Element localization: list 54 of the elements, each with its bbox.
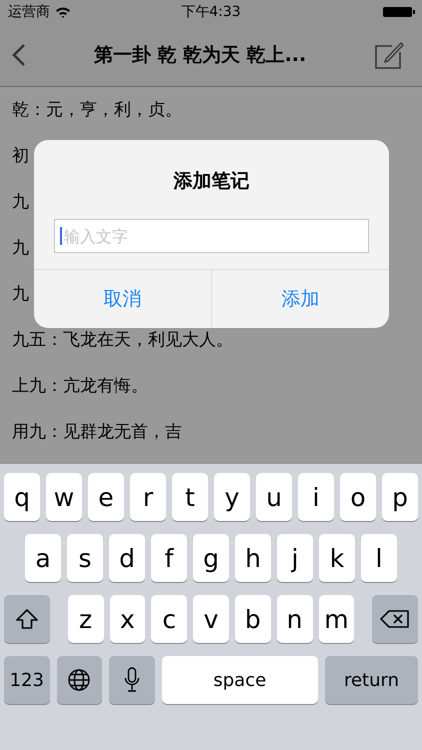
key[interactable]: k	[319, 534, 355, 582]
key[interactable]: l	[361, 534, 397, 582]
page-title: 第一卦 乾 乾为天 乾上...	[94, 43, 306, 68]
key[interactable]: a	[25, 534, 61, 582]
key[interactable]: d	[109, 534, 145, 582]
key[interactable]: h	[235, 534, 271, 582]
text-line: 九	[12, 283, 29, 306]
text-line: 九五：飞龙在天，利见大人。	[12, 329, 233, 352]
key[interactable]: v	[193, 595, 229, 643]
text-line: 九	[12, 237, 29, 260]
dialog-title: 添加笔记	[172, 169, 250, 194]
key[interactable]: b	[234, 595, 271, 643]
key[interactable]: e	[88, 473, 124, 521]
text-line: 用九：见群龙无首，吉	[12, 421, 182, 444]
key[interactable]: return	[324, 656, 418, 704]
key[interactable]: w	[46, 473, 82, 521]
key[interactable]: m	[318, 595, 354, 643]
space-key[interactable]: space	[162, 656, 318, 704]
carrier-name: 运营商	[8, 3, 50, 21]
microphone-icon	[124, 667, 140, 693]
microphone-key[interactable]	[109, 656, 155, 704]
key[interactable]: n	[276, 595, 312, 643]
globe-key[interactable]	[56, 656, 102, 704]
shift-key[interactable]	[4, 595, 50, 643]
text-line: 乾：元，亨，利，贞。	[12, 99, 182, 122]
key[interactable]: g	[193, 534, 229, 582]
text-line: 上九：亢龙有悔。	[12, 375, 148, 398]
text-line: 初	[12, 145, 29, 168]
key[interactable]: c	[151, 595, 188, 643]
battery-icon	[383, 6, 415, 18]
key[interactable]: s	[67, 534, 103, 582]
key[interactable]: t	[172, 473, 208, 521]
key[interactable]: r	[130, 473, 166, 521]
key[interactable]: y	[214, 473, 250, 521]
key[interactable]: z	[68, 595, 104, 643]
key[interactable]: p	[382, 473, 418, 521]
key[interactable]: 123	[4, 656, 50, 704]
wifi-icon	[55, 6, 71, 18]
delete-key[interactable]	[372, 595, 418, 643]
back-icon[interactable]	[12, 43, 26, 67]
backspace-icon	[380, 609, 410, 629]
key[interactable]: q	[4, 473, 40, 521]
shift-icon	[14, 608, 39, 630]
text-line: 九	[12, 191, 29, 214]
text-input-field[interactable]: 输入文字	[54, 219, 369, 253]
key[interactable]: i	[298, 473, 334, 521]
globe-icon	[67, 668, 92, 692]
key[interactable]: x	[110, 595, 146, 643]
key[interactable]: j	[277, 534, 313, 582]
key[interactable]: u	[256, 473, 292, 521]
status-time: 下午4:33	[181, 3, 241, 21]
key[interactable]: o	[340, 473, 376, 521]
key[interactable]: f	[151, 534, 187, 582]
compose-icon[interactable]	[374, 40, 404, 70]
